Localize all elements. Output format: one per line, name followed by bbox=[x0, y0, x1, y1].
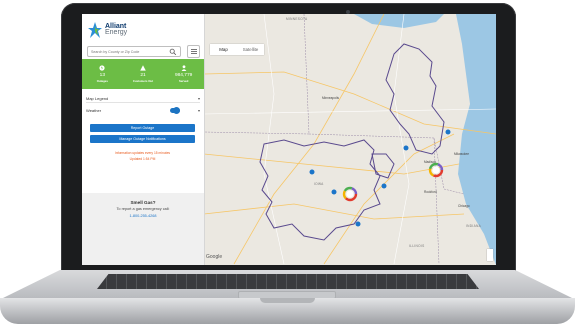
brand-subname: Energy bbox=[105, 29, 128, 36]
warning-triangle-icon bbox=[140, 65, 146, 71]
stat-customers-out-label: Customers Out bbox=[132, 79, 154, 83]
gas-title: Smell Gas? bbox=[130, 200, 156, 205]
chevron-down-icon: ▾ bbox=[197, 95, 200, 101]
last-updated-text: Updated 1:54 PM bbox=[129, 157, 156, 161]
outage-map[interactable]: Map Satellite MINNESOTA IOWA ILLINOIS IN… bbox=[203, 14, 496, 265]
person-icon bbox=[181, 65, 187, 71]
gas-subtitle: To report a gas emergency call: bbox=[116, 207, 170, 211]
weather-toggle[interactable] bbox=[169, 106, 180, 114]
stats-panel: 13 Outages 21 Customers Out 984,779 Serv… bbox=[82, 59, 204, 89]
search-icon[interactable] bbox=[169, 48, 177, 56]
map-legend-toggle[interactable]: Map Legend ▾ bbox=[86, 94, 200, 103]
city-label-madison: Madison bbox=[424, 160, 437, 164]
google-attribution: Google bbox=[206, 254, 223, 260]
stat-served: 984,779 Served bbox=[166, 65, 202, 83]
map-type-tabs: Map Satellite bbox=[210, 44, 264, 55]
city-label-milwaukee: Milwaukee bbox=[454, 152, 470, 156]
alliant-star-icon bbox=[88, 22, 102, 38]
map-legend-label: Map Legend bbox=[86, 95, 109, 101]
sidebar: Alliant Energy 13 Outages bbox=[82, 14, 205, 265]
weather-row: Weather ▾ bbox=[86, 106, 200, 114]
stat-outages-label: Outages bbox=[96, 79, 108, 83]
gas-emergency-panel: Smell Gas? To report a gas emergency cal… bbox=[82, 193, 204, 265]
manage-notifications-button[interactable]: Manage Outage Notifications bbox=[90, 135, 195, 143]
state-label-iowa: IOWA bbox=[314, 182, 324, 186]
laptop-notch bbox=[260, 298, 315, 303]
chevron-down-icon: ▾ bbox=[197, 107, 200, 113]
search-box bbox=[87, 46, 181, 57]
city-label-chicago: Chicago bbox=[458, 204, 470, 208]
stat-customers-out: 21 Customers Out bbox=[125, 65, 161, 83]
update-frequency-text: Information updates every 15 minutes bbox=[114, 151, 171, 155]
gas-phone-link[interactable]: 1-800-255-4268 bbox=[82, 214, 204, 218]
stat-outages-value: 13 bbox=[99, 73, 105, 78]
tab-satellite[interactable]: Satellite bbox=[237, 44, 264, 55]
screen: Map Satellite MINNESOTA IOWA ILLINOIS IN… bbox=[82, 14, 496, 265]
city-label-rockford: Rockford bbox=[424, 190, 437, 194]
laptop-keyboard bbox=[97, 274, 479, 289]
stat-served-label: Served bbox=[178, 79, 189, 83]
search-input[interactable] bbox=[88, 47, 169, 56]
state-label-indiana: INDIANA bbox=[466, 224, 482, 228]
tab-map[interactable]: Map bbox=[210, 44, 237, 55]
hamburger-icon bbox=[190, 49, 197, 54]
outage-icon bbox=[99, 65, 105, 71]
stat-served-value: 984,779 bbox=[174, 73, 193, 78]
zoom-control[interactable] bbox=[487, 249, 493, 261]
stat-customers-out-value: 21 bbox=[140, 73, 146, 78]
brand-logo[interactable]: Alliant Energy bbox=[88, 20, 127, 40]
stat-outages: 13 Outages bbox=[84, 65, 120, 83]
report-outage-button[interactable]: Report Outage bbox=[90, 124, 195, 132]
menu-button[interactable] bbox=[187, 45, 200, 58]
state-label-illinois: ILLINOIS bbox=[409, 244, 425, 248]
city-label-minneapolis: Minneapolis bbox=[322, 96, 340, 100]
state-label: MINNESOTA bbox=[286, 17, 308, 21]
weather-label: Weather bbox=[86, 107, 102, 113]
